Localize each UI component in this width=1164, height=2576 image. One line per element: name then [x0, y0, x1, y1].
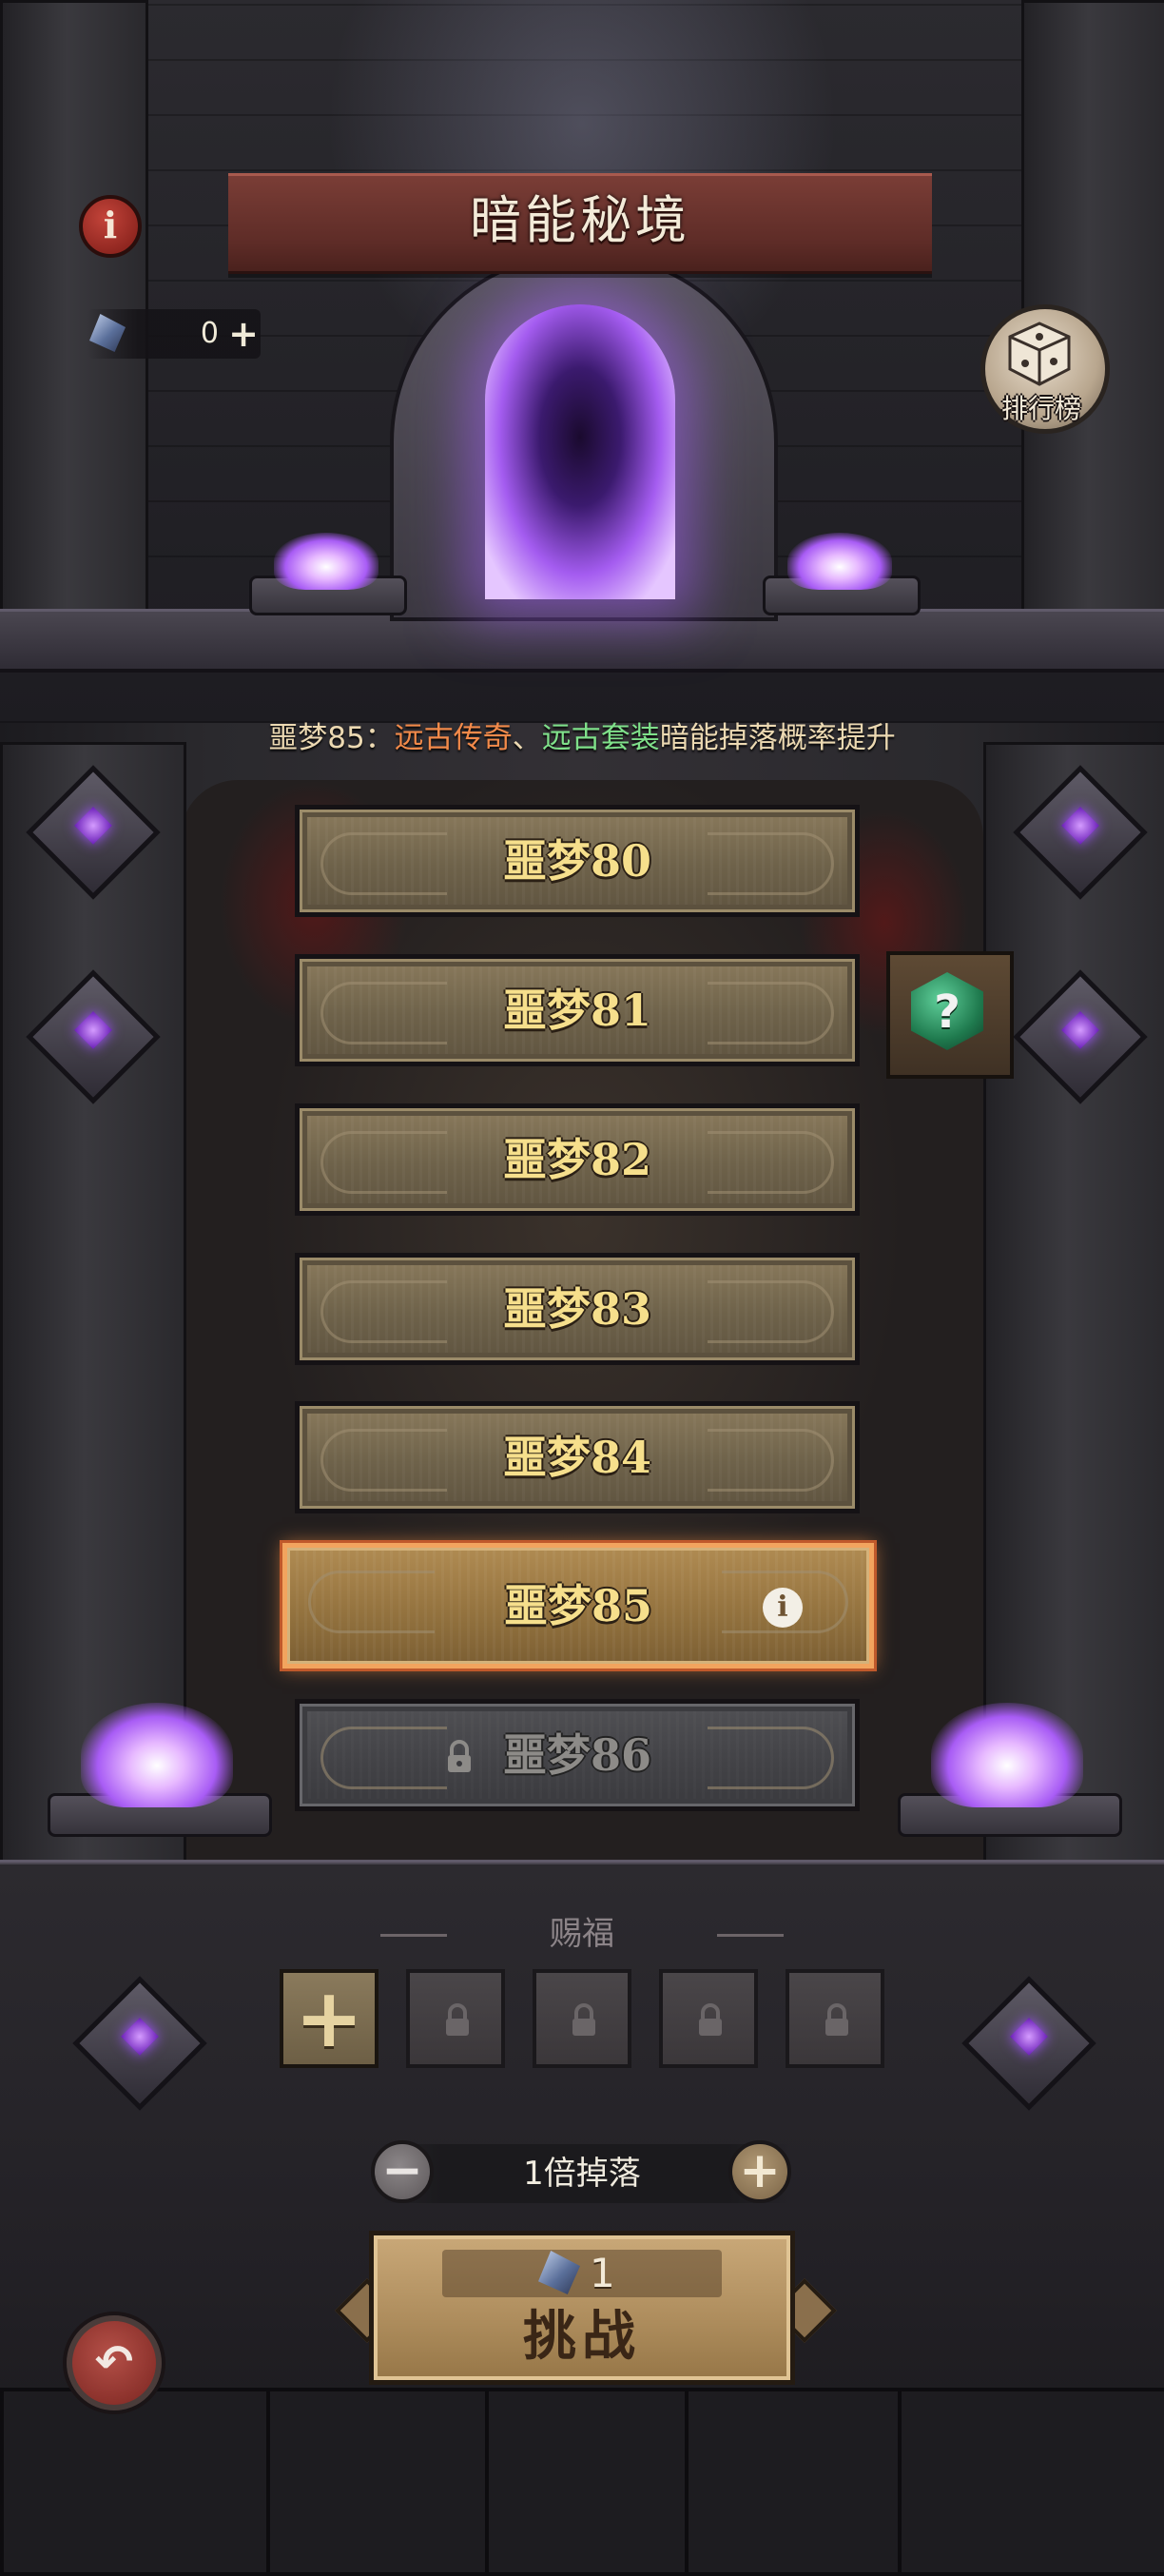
- challenge-cost: 1: [590, 2250, 615, 2296]
- lock-icon: [699, 2003, 722, 2036]
- lock-icon: [446, 2003, 469, 2036]
- floor-tile: [898, 2388, 1164, 2576]
- purple-flame-right: [787, 533, 892, 590]
- ranking-label: 排行榜: [1000, 393, 1081, 424]
- blessing-slot-locked[interactable]: [786, 1969, 884, 2068]
- level-label: 噩梦82: [502, 1134, 651, 1185]
- lock-icon: [825, 2003, 848, 2036]
- stone-pillar-mid-right: [983, 742, 1164, 1870]
- dice-icon: [1008, 322, 1071, 386]
- level-button-nightmare-82[interactable]: 噩梦82: [295, 1103, 860, 1216]
- drop-rate-notice: 噩梦85：远古传奇、远古套装暗能掉落概率提升: [0, 710, 1164, 767]
- drop-multiplier-label: 1倍掉落: [523, 2155, 641, 2193]
- notice-separator: 、: [512, 721, 542, 755]
- add-currency-button[interactable]: +: [226, 315, 261, 353]
- level-button-nightmare-83[interactable]: 噩梦83: [295, 1253, 860, 1365]
- stone-pillar-mid-left: [0, 742, 186, 1870]
- back-arrow-icon: ↶: [94, 2335, 134, 2389]
- cost-band: [442, 2250, 722, 2297]
- page-title: 暗能秘境: [470, 190, 690, 250]
- question-icon: ?: [934, 986, 960, 1039]
- level-label: 噩梦80: [502, 835, 651, 887]
- level-label: 噩梦86: [502, 1729, 651, 1781]
- divider-right: [717, 1934, 784, 1937]
- floor-tile: [485, 2388, 692, 2576]
- lock-icon: [572, 2003, 595, 2036]
- plus-icon: +: [294, 1971, 364, 2066]
- blessing-slot-add[interactable]: +: [280, 1969, 378, 2068]
- blessing-title: 赐福: [550, 1915, 614, 1953]
- blessing-slot-locked[interactable]: [406, 1969, 505, 2068]
- blessing-slot-locked[interactable]: [533, 1969, 631, 2068]
- level-button-nightmare-84[interactable]: 噩梦84: [295, 1401, 860, 1513]
- level-button-nightmare-86[interactable]: 噩梦86: [295, 1699, 860, 1811]
- level-info-icon[interactable]: i: [763, 1588, 803, 1628]
- purple-flame-left: [274, 533, 378, 590]
- level-label: 噩梦83: [502, 1283, 651, 1335]
- level-button-nightmare-81[interactable]: 噩梦81: [295, 954, 860, 1066]
- floor-tile: [0, 2388, 274, 2576]
- challenge-label: 挑战: [523, 2305, 641, 2368]
- purple-flame-right-lower: [931, 1703, 1083, 1807]
- floor-tile: [266, 2388, 493, 2576]
- level-label: 噩梦84: [502, 1432, 651, 1483]
- purple-portal: [485, 304, 675, 599]
- notice-item-ancient-legendary: 远古传奇: [394, 721, 513, 755]
- notice-prefix: 噩梦85：: [268, 721, 395, 755]
- notice-item-ancient-set: 远古套装: [541, 721, 660, 755]
- purple-flame-left-lower: [81, 1703, 233, 1807]
- blessing-slot-locked[interactable]: [659, 1969, 758, 2068]
- currency-value: 0: [200, 317, 219, 350]
- info-icon[interactable]: i: [79, 195, 142, 258]
- level-label: 噩梦81: [502, 985, 651, 1036]
- level-button-nightmare-80[interactable]: 噩梦80: [295, 805, 860, 917]
- level-button-nightmare-85[interactable]: 噩梦85 i: [282, 1543, 874, 1669]
- divider-left: [380, 1934, 447, 1937]
- increase-multiplier-button[interactable]: +: [728, 2140, 791, 2203]
- notice-suffix: 暗能掉落概率提升: [659, 721, 896, 755]
- floor-tile: [685, 2388, 905, 2576]
- decrease-multiplier-button[interactable]: −: [371, 2140, 434, 2203]
